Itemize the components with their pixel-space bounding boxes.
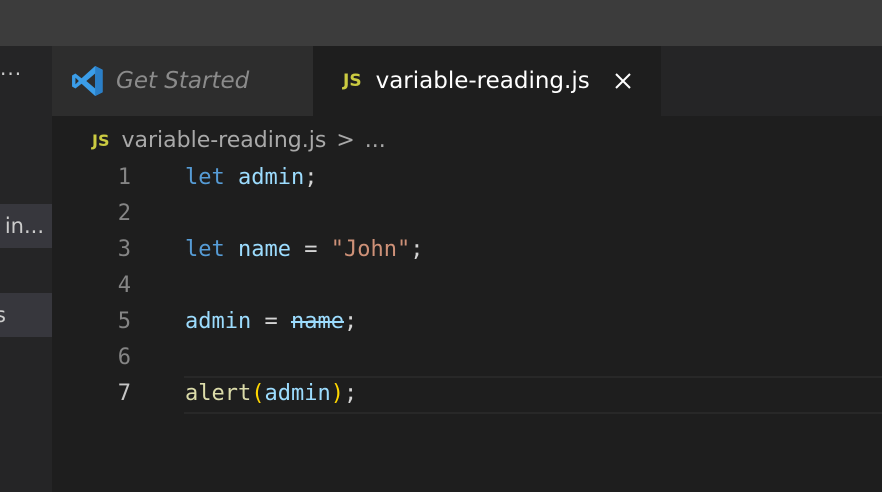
code-line[interactable]: 5 admin = name; — [52, 304, 882, 340]
line-number: 5 — [117, 309, 131, 334]
line-number: 7 — [117, 381, 131, 406]
window-title-bar — [0, 0, 882, 46]
tab-label: Get Started — [116, 68, 250, 94]
code-line[interactable]: 2 — [52, 196, 882, 232]
code-token: admin — [185, 309, 252, 334]
code-token: name — [290, 309, 344, 334]
js-file-icon: JS — [92, 130, 110, 150]
code-text: let name = "John"; — [185, 232, 423, 268]
explorer-item[interactable]: in... — [0, 204, 52, 248]
code-line[interactable]: 4 — [52, 268, 882, 304]
code-text: admin = name; — [185, 304, 357, 340]
tab-label: variable-reading.js — [375, 68, 590, 94]
code-token: = — [251, 309, 291, 334]
explorer-item-label: s — [0, 303, 6, 327]
code-token: admin — [264, 381, 331, 406]
tab-get-started[interactable]: Get Started — [52, 46, 313, 116]
close-icon[interactable] — [614, 72, 632, 90]
code-line[interactable]: 3 let name = "John"; — [52, 232, 882, 268]
explorer-item-label: in... — [4, 214, 44, 238]
explorer-sidebar: ··· in... s — [0, 46, 52, 492]
explorer-item[interactable]: s — [0, 293, 52, 337]
editor-tab-bar: Get Started JS variable-reading.js — [52, 46, 882, 116]
code-token: ; — [410, 237, 424, 262]
breadcrumb-file[interactable]: variable-reading.js — [121, 128, 326, 153]
code-token: name — [238, 237, 291, 262]
code-token: ) — [330, 381, 344, 406]
code-line[interactable]: 7 alert(admin); — [52, 376, 882, 412]
code-token: admin — [238, 165, 305, 190]
code-line[interactable]: 6 — [52, 340, 882, 376]
code-text: alert(admin); — [185, 376, 357, 412]
code-token: ; — [343, 381, 358, 406]
breadcrumb: JS variable-reading.js > ... — [92, 124, 386, 156]
code-line[interactable]: 1 let admin; — [52, 160, 882, 196]
line-number: 6 — [117, 345, 131, 370]
line-number: 2 — [117, 201, 131, 226]
code-editor[interactable]: 1 let admin; 2 3 let name = "John"; 4 5 admin =… — [52, 160, 882, 492]
code-token: ; — [304, 165, 318, 190]
code-token: let — [185, 237, 225, 262]
code-token: ( — [251, 381, 265, 406]
line-number: 3 — [117, 237, 131, 262]
breadcrumb-symbol[interactable]: ... — [365, 128, 386, 153]
js-file-icon: JS — [343, 71, 362, 91]
code-text: let admin; — [185, 160, 317, 196]
code-token: ; — [343, 309, 358, 334]
line-number: 1 — [117, 165, 131, 190]
chevron-right-icon: > — [336, 127, 355, 153]
code-token: = — [290, 237, 331, 262]
code-token: alert — [185, 381, 252, 406]
code-token: let — [185, 165, 225, 190]
code-token: "John" — [330, 237, 411, 262]
tab-variable-reading[interactable]: JS variable-reading.js — [313, 46, 661, 116]
vscode-logo-icon — [72, 66, 103, 96]
line-number: 4 — [117, 273, 131, 298]
more-actions-icon[interactable]: ··· — [0, 64, 22, 84]
